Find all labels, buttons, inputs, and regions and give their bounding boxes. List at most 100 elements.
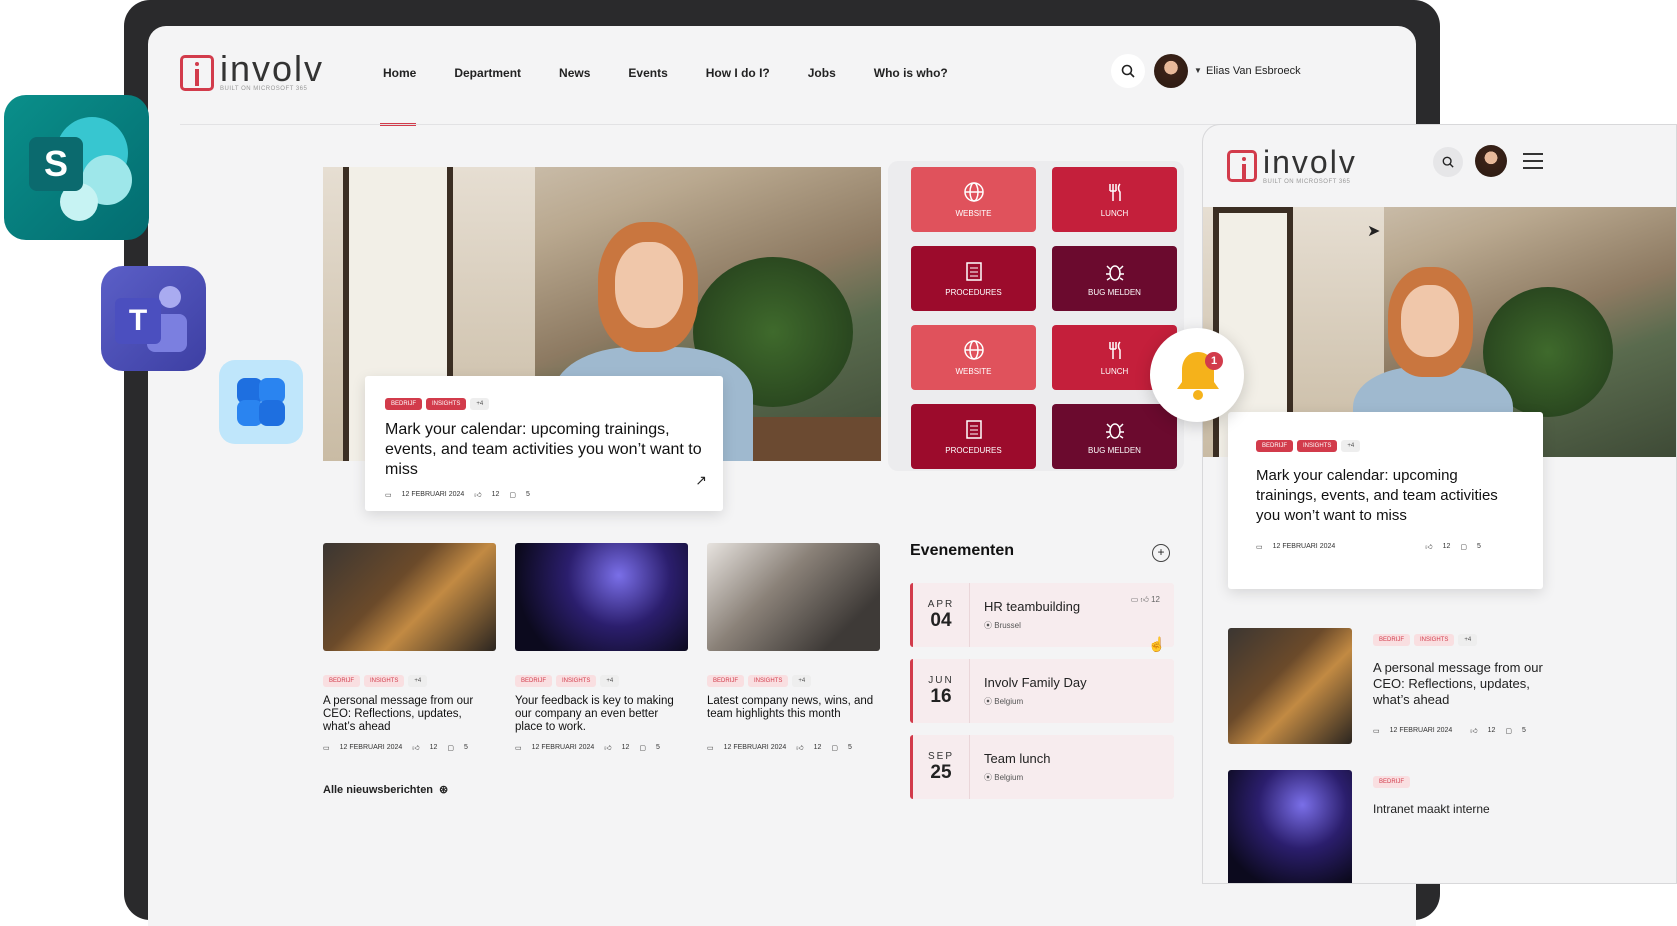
- mobile-hero-card[interactable]: BEDRIJF INSIGHTS +4 Mark your calendar: up…: [1228, 412, 1543, 589]
- avatar[interactable]: [1154, 54, 1188, 88]
- event-item[interactable]: APR 04 HR teambuilding ⦿ Brussel ▭ 👍︎ 12: [910, 583, 1174, 647]
- news-card[interactable]: BEDRIJF INSIGHTS +4 Your feedback is key t…: [515, 543, 688, 752]
- mobile-news-image[interactable]: [1228, 770, 1352, 883]
- tag[interactable]: INSIGHTS: [364, 675, 405, 687]
- mobile-search-button[interactable]: [1433, 147, 1463, 177]
- events-list: APR 04 HR teambuilding ⦿ Brussel ▭ 👍︎ 12 J…: [910, 583, 1174, 799]
- tag[interactable]: INSIGHTS: [556, 675, 597, 687]
- tile-website[interactable]: WEBSITE: [911, 325, 1036, 390]
- event-day: 25: [930, 761, 952, 783]
- event-title: Involv Family Day: [984, 675, 1087, 690]
- tag[interactable]: INSIGHTS: [748, 675, 789, 687]
- news-title[interactable]: A personal message from our CEO: Reflect…: [1373, 660, 1553, 708]
- news-title[interactable]: Your feedback is key to making our compa…: [515, 695, 688, 735]
- mobile-hero-title[interactable]: Mark your calendar: upcoming trainings, …: [1256, 466, 1515, 526]
- news-title[interactable]: Latest company news, wins, and team high…: [707, 695, 880, 735]
- sharepoint-icon: S: [4, 95, 149, 240]
- tag[interactable]: INSIGHTS: [426, 398, 467, 410]
- like-icon[interactable]: 👍︎: [796, 743, 803, 752]
- mobile-news-card[interactable]: BEDRIJF INSIGHTS +4 A personal message fro…: [1373, 628, 1553, 735]
- news-image[interactable]: [707, 543, 880, 651]
- hero-card[interactable]: BEDRIJF INSIGHTS +4 Mark your calendar: up…: [365, 376, 723, 511]
- news-card[interactable]: BEDRIJF INSIGHTS +4 Latest company news, w…: [707, 543, 880, 752]
- hero-date: 12 FEBRUARI 2024: [401, 491, 465, 498]
- logo[interactable]: involv BUILT ON MICROSOFT 365: [180, 51, 324, 92]
- news-card[interactable]: BEDRIJF INSIGHTS +4 A personal message fro…: [323, 543, 496, 752]
- notification-bell-button[interactable]: 1: [1150, 328, 1244, 422]
- tile-lunch[interactable]: LUNCH: [1052, 167, 1177, 232]
- news-title[interactable]: Intranet maakt interne: [1373, 802, 1553, 816]
- globe-icon: [963, 182, 984, 202]
- arrow-up-right-icon[interactable]: ↗: [695, 472, 707, 489]
- cursor-pointer-icon: ➤: [1367, 223, 1381, 240]
- all-news-link[interactable]: Alle nieuwsberichten ⊛: [323, 783, 449, 797]
- hamburger-menu-icon[interactable]: [1523, 153, 1543, 169]
- logo-subtitle: BUILT ON MICROSOFT 365: [1263, 179, 1351, 185]
- nav-whoiswho[interactable]: Who is who?: [874, 66, 948, 80]
- hero-likes: 12: [491, 491, 500, 498]
- mobile-screen: involv BUILT ON MICROSOFT 365 BEDRIJF INSI…: [1202, 124, 1677, 884]
- tag[interactable]: BEDRIJF: [1256, 440, 1294, 452]
- news-title[interactable]: A personal message from our CEO: Reflect…: [323, 695, 496, 735]
- tile-procedures[interactable]: PROCEDURES: [911, 246, 1036, 311]
- nav-department[interactable]: Department: [454, 66, 521, 80]
- news-image[interactable]: [323, 543, 496, 651]
- add-event-icon[interactable]: +: [1152, 544, 1170, 562]
- tile-bug-melden[interactable]: BUG MELDEN: [1052, 246, 1177, 311]
- document-icon: [965, 420, 982, 439]
- tag-more[interactable]: +4: [792, 675, 812, 687]
- mobile-news-image[interactable]: [1228, 628, 1352, 744]
- mobile-avatar[interactable]: [1475, 145, 1507, 177]
- tile-website[interactable]: WEBSITE: [911, 167, 1036, 232]
- nav-jobs[interactable]: Jobs: [808, 66, 836, 80]
- event-item[interactable]: SEP 25 Team lunch ⦿ Belgium: [910, 735, 1174, 799]
- tag-more[interactable]: +4: [1341, 440, 1361, 452]
- calendar-add-icon[interactable]: ▭: [1131, 595, 1139, 604]
- like-icon[interactable]: 👍︎: [1470, 726, 1477, 735]
- tag[interactable]: BEDRIJF: [323, 675, 361, 687]
- mobile-news-card[interactable]: BEDRIJF Intranet maakt interne: [1373, 770, 1553, 816]
- tag[interactable]: BEDRIJF: [1373, 776, 1411, 788]
- like-icon[interactable]: 👍︎: [412, 743, 419, 752]
- nav-how[interactable]: How I do I?: [706, 66, 770, 80]
- viva-icon: [219, 360, 303, 444]
- hero-title[interactable]: Mark your calendar: upcoming trainings, …: [385, 420, 703, 480]
- tag-more[interactable]: +4: [408, 675, 428, 687]
- tile-procedures[interactable]: PROCEDURES: [911, 404, 1036, 469]
- all-news-label: Alle nieuwsberichten: [323, 783, 434, 796]
- tag[interactable]: INSIGHTS: [1297, 440, 1338, 452]
- hero-comments: 5: [526, 491, 530, 498]
- like-icon[interactable]: 👍︎: [604, 743, 611, 752]
- news-image[interactable]: [515, 543, 688, 651]
- comment-icon[interactable]: ▢: [447, 744, 454, 752]
- tag-more[interactable]: +4: [470, 398, 490, 410]
- like-icon[interactable]: 👍︎: [474, 490, 481, 499]
- comment-icon[interactable]: ▢: [1505, 727, 1512, 735]
- user-menu-chevron-icon[interactable]: ▼: [1194, 66, 1202, 75]
- comment-icon[interactable]: ▢: [509, 491, 516, 499]
- user-name[interactable]: Elias Van Esbroeck: [1206, 65, 1301, 77]
- like-icon[interactable]: 👍︎: [1425, 542, 1432, 551]
- nav-home[interactable]: Home: [383, 66, 416, 80]
- search-button[interactable]: [1111, 54, 1145, 88]
- nav-news[interactable]: News: [559, 66, 590, 80]
- arrow-circle-icon: ⊛: [439, 784, 449, 796]
- tag-more[interactable]: +4: [1458, 634, 1478, 646]
- tag[interactable]: INSIGHTS: [1414, 634, 1455, 646]
- nav-events[interactable]: Events: [628, 66, 667, 80]
- comment-icon[interactable]: ▢: [639, 744, 646, 752]
- comment-icon[interactable]: ▢: [1460, 543, 1467, 551]
- event-item[interactable]: JUN 16 Involv Family Day ⦿ Belgium: [910, 659, 1174, 723]
- event-month: JUN: [928, 674, 954, 686]
- search-icon: [1442, 156, 1454, 168]
- tag[interactable]: BEDRIJF: [385, 398, 423, 410]
- like-icon[interactable]: 👍︎: [1140, 595, 1148, 604]
- tile-bug-melden[interactable]: BUG MELDEN: [1052, 404, 1177, 469]
- tag[interactable]: BEDRIJF: [515, 675, 553, 687]
- tag-more[interactable]: +4: [600, 675, 620, 687]
- comment-icon[interactable]: ▢: [831, 744, 838, 752]
- tag[interactable]: BEDRIJF: [707, 675, 745, 687]
- search-icon: [1121, 64, 1135, 78]
- tag[interactable]: BEDRIJF: [1373, 634, 1411, 646]
- mobile-logo[interactable]: involv BUILT ON MICROSOFT 365: [1227, 146, 1357, 185]
